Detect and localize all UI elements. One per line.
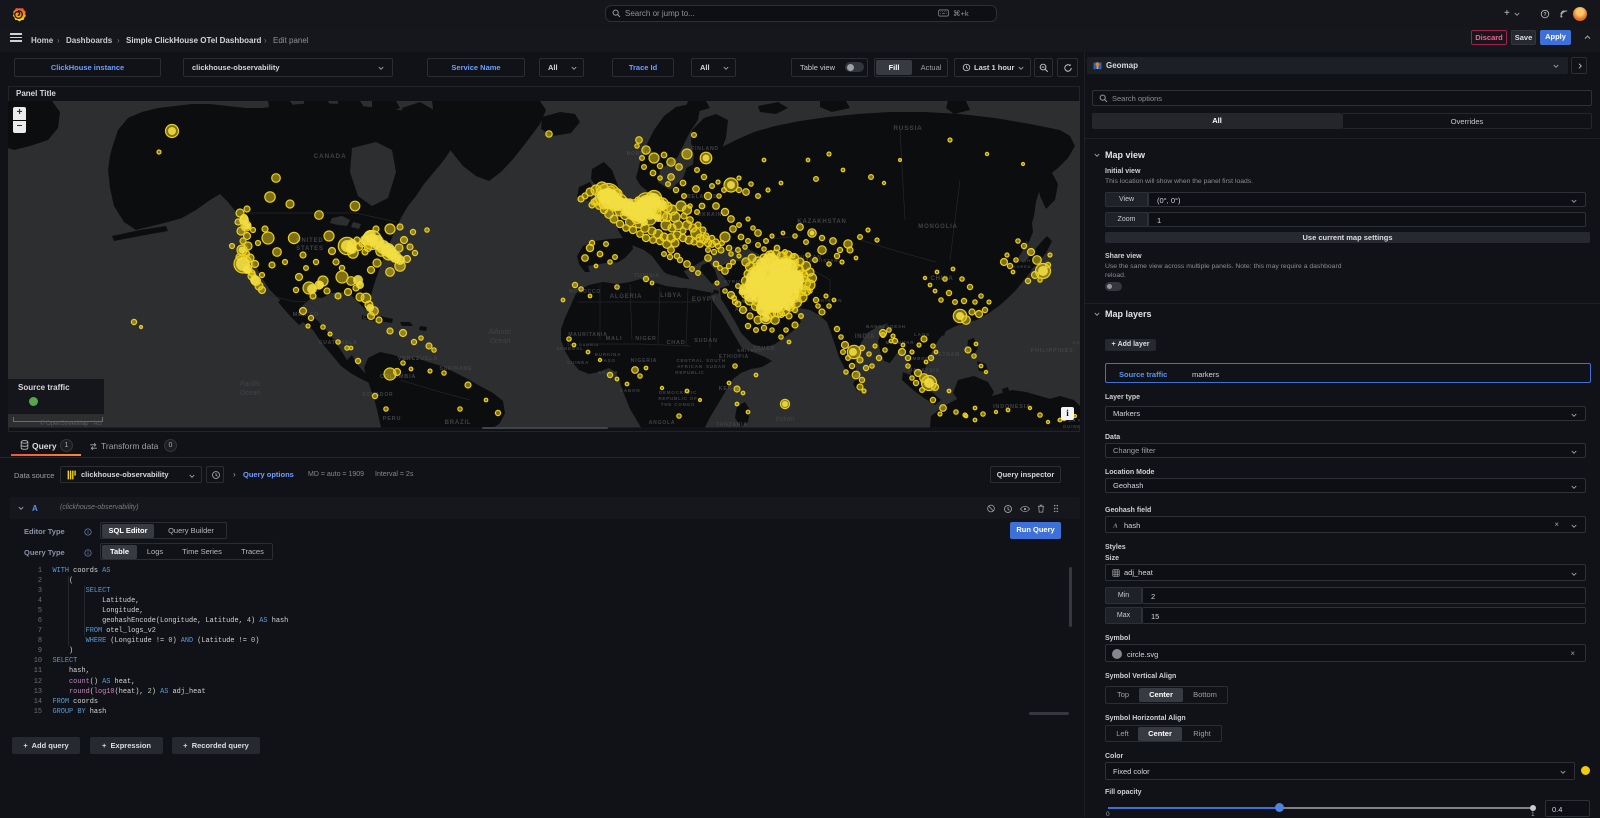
svg-text:MAURITANIA: MAURITANIA	[568, 332, 607, 338]
svg-text:CANADA: CANADA	[314, 153, 347, 160]
svg-text:INDIA: INDIA	[855, 334, 875, 340]
svg-text:?: ?	[1543, 12, 1546, 18]
svg-text:MONGOLIA: MONGOLIA	[918, 224, 957, 230]
svg-text:Atlantic: Atlantic	[488, 329, 512, 336]
svg-text:Pacific: Pacific	[240, 381, 261, 388]
svg-text:GUINEA: GUINEA	[1063, 424, 1080, 428]
svg-text:BRAZIL: BRAZIL	[445, 420, 472, 426]
svg-text:Ocean: Ocean	[490, 338, 511, 345]
svg-text:MALI: MALI	[606, 336, 623, 342]
svg-text:KOREA: KOREA	[1013, 264, 1031, 269]
svg-text:TANZANIA: TANZANIA	[716, 422, 748, 428]
svg-text:MOROCCO: MOROCCO	[569, 289, 601, 295]
svg-text:SUDAN: SUDAN	[694, 338, 718, 344]
svg-text:Indian: Indian	[775, 416, 794, 423]
svg-text:STATES: STATES	[296, 246, 324, 252]
svg-text:REPUBLIC: REPUBLIC	[675, 370, 704, 375]
svg-text:FASO: FASO	[600, 358, 615, 363]
svg-text:A: A	[1112, 523, 1118, 529]
svg-text:CHINA: CHINA	[931, 276, 954, 282]
svg-text:FINLAND: FINLAND	[691, 146, 719, 152]
svg-text:CENTRAL: CENTRAL	[676, 358, 703, 363]
svg-text:ALGERIA: ALGERIA	[610, 294, 643, 300]
svg-text:YEMEN: YEMEN	[753, 346, 775, 352]
svg-text:NIGER: NIGER	[635, 336, 656, 342]
svg-text:UNITED: UNITED	[296, 238, 323, 244]
svg-text:GABON: GABON	[620, 388, 641, 393]
svg-text:SUDAN: SUDAN	[706, 364, 726, 369]
svg-text:AFRICAN: AFRICAN	[677, 364, 703, 369]
svg-text:REPUBLIC OF: REPUBLIC OF	[658, 396, 697, 401]
svg-text:INDONESIA: INDONESIA	[993, 404, 1031, 410]
svg-text:KAZAKHSTAN: KAZAKHSTAN	[797, 219, 846, 225]
svg-text:EGYPT: EGYPT	[692, 297, 716, 303]
svg-text:BANGLADESH: BANGLADESH	[866, 324, 906, 329]
svg-text:THE CONGO: THE CONGO	[661, 402, 695, 407]
svg-text:GUINEA: GUINEA	[567, 360, 589, 365]
svg-text:BELARUS: BELARUS	[687, 194, 717, 200]
svg-text:ETHIOPIA: ETHIOPIA	[719, 354, 749, 360]
svg-text:NORTH: NORTH	[1073, 340, 1080, 345]
svg-text:RUSSIA: RUSSIA	[893, 125, 922, 132]
svg-text:NIGERIA: NIGERIA	[631, 358, 657, 364]
svg-text:CHAD: CHAD	[666, 340, 685, 346]
svg-text:LIBYA: LIBYA	[660, 293, 681, 299]
svg-text:Ocean: Ocean	[240, 390, 261, 397]
svg-text:ANGOLA: ANGOLA	[649, 420, 675, 426]
svg-text:PHILIPPINES: PHILIPPINES	[1030, 348, 1073, 354]
svg-text:DEMOCRATIC: DEMOCRATIC	[659, 390, 697, 395]
svg-text:BURKINA: BURKINA	[595, 352, 621, 357]
svg-text:PERU: PERU	[383, 416, 401, 422]
